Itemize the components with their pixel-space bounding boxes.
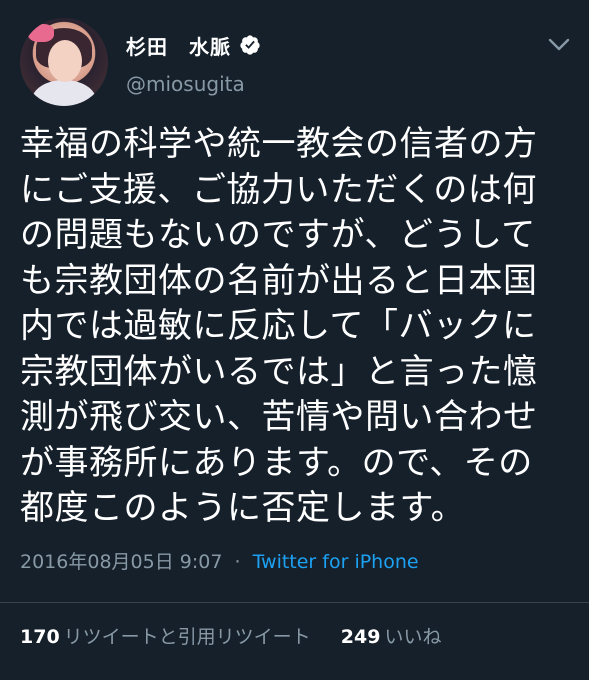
likes-label: いいね: [384, 626, 442, 648]
retweets-stat[interactable]: 170 リツイートと引用リツイート: [20, 626, 317, 648]
retweets-count: 170: [20, 626, 60, 648]
tweet-stats: 170 リツイートと引用リツイート 249 いいね: [20, 622, 441, 649]
tweet-header: 杉田 水脈 @miosugita: [0, 0, 589, 110]
divider: [0, 602, 589, 603]
tweet-text-line: にご支援、ご協力いただくのは何: [20, 169, 537, 210]
display-name[interactable]: 杉田 水脈: [126, 31, 231, 60]
likes-count: 249: [340, 626, 381, 648]
tweet-text-line: 測が飛び交い、苦情や問い合わせ: [20, 397, 538, 437]
tweet-text-line: も宗教団体の名前が出ると日本国: [20, 260, 538, 301]
tweet-text-line: の問題もないのですが、どうして: [20, 215, 536, 255]
verified-badge-icon: [240, 35, 260, 55]
retweets-label: リツイートと引用リツイート: [63, 626, 311, 648]
tweet-text-line: 幸福の科学や統一教会の信者の方: [20, 124, 538, 164]
user-handle[interactable]: @miosugita: [126, 72, 245, 96]
tweet-text-line: 都度このように否定します。: [20, 488, 466, 528]
tweet-meta: 2016年08月05日 9:07 · Twitter for iPhone: [20, 547, 419, 574]
tweet-text: 幸福の科学や統一教会の信者の方 にご支援、ご協力いただくのは何 の問題もないので…: [20, 122, 570, 532]
meta-separator: ·: [234, 551, 241, 573]
avatar-bow-shape: [28, 24, 54, 42]
tweet-text-line: 内では過敏に反応して「バックに: [20, 306, 537, 346]
chevron-down-icon[interactable]: [548, 38, 570, 52]
avatar-body-shape: [32, 80, 96, 106]
tweet-source-link[interactable]: Twitter for iPhone: [253, 551, 419, 573]
tweet-text-line: が事務所にあります。ので、その: [20, 442, 533, 483]
tweet-timestamp[interactable]: 2016年08月05日 9:07: [20, 551, 222, 573]
avatar[interactable]: [20, 18, 108, 106]
tweet-card: 杉田 水脈 @miosugita 幸福の科学や統一教会の信者の方 にご支援、ご協…: [0, 0, 589, 680]
tweet-text-line: 宗教団体がいるでは」と言った憶: [20, 351, 538, 392]
likes-stat[interactable]: 249 いいね: [341, 626, 442, 648]
name-row: 杉田 水脈: [126, 30, 261, 60]
avatar-face-shape: [48, 40, 82, 82]
